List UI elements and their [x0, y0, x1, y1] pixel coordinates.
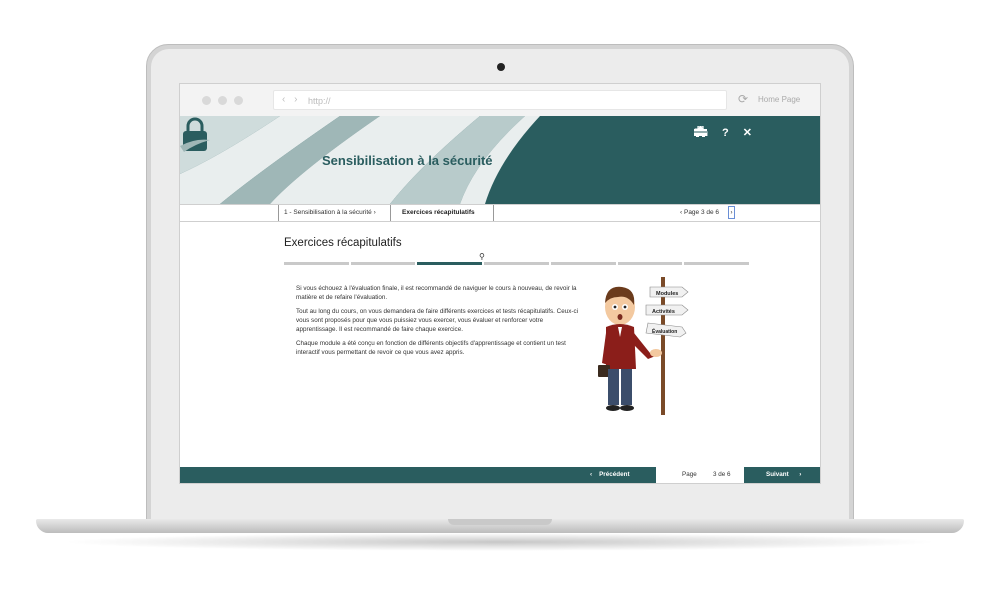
chevron-left-icon: ‹ [590, 471, 593, 478]
previous-button[interactable]: ‹ Précédent [590, 467, 630, 483]
window-dot[interactable] [218, 96, 227, 105]
chevron-left-icon[interactable]: ‹ [680, 209, 682, 216]
breadcrumb: 1 - Sensibilisation à la sécurité › Exer… [180, 204, 820, 222]
progress-segment [617, 262, 683, 265]
content-text: Si vous échouez à l'évaluation finale, i… [296, 284, 586, 362]
screen: ‹ › http:// ⟳ Home Page Sensibilisation … [179, 83, 821, 484]
url-text[interactable]: http:// [308, 96, 331, 106]
progress-segment [684, 262, 750, 265]
progress-segment [284, 262, 349, 265]
home-page-link[interactable]: Home Page [758, 95, 800, 104]
sign-evaluation: Évaluation [652, 327, 677, 335]
progress-segment [550, 262, 616, 265]
chevron-right-icon: › [799, 471, 802, 478]
page-label: Page [682, 471, 697, 478]
sign-modules: Modules [656, 291, 678, 297]
page-counter: Page 3 de 6 [656, 467, 744, 483]
breadcrumb-module[interactable]: 1 - Sensibilisation à la sécurité › [278, 205, 391, 221]
header-toolbar: En ? ✕ [693, 126, 752, 139]
footer-nav: ‹ Précédent Page 3 de 6 Suivant › [180, 467, 820, 483]
refresh-icon[interactable]: ⟳ [738, 92, 748, 106]
page-title: Exercices récapitulatifs [284, 237, 402, 249]
progress-bar [284, 262, 750, 265]
progress-segment [484, 262, 549, 265]
page-indicator: ‹ Page 3 de 6 [680, 205, 719, 221]
previous-label: Précédent [599, 471, 630, 478]
browser-toolbar: ‹ › http:// ⟳ Home Page [180, 84, 820, 117]
lock-icon [180, 117, 210, 152]
toolbox-icon[interactable] [693, 126, 707, 136]
paragraph: Chaque module a été conçu en fonction de… [296, 340, 566, 356]
chevron-right-icon: › [373, 209, 376, 216]
location-pin-icon: ⚲ [479, 252, 485, 261]
course-header: Sensibilisation à la sécurité En ? ✕ [180, 116, 820, 204]
window-dot[interactable] [234, 96, 243, 105]
character-illustration: Modules Activités Évaluation [598, 277, 689, 415]
camera [497, 63, 505, 71]
laptop-shadow [60, 533, 940, 551]
course-title: Sensibilisation à la sécurité [322, 153, 493, 168]
help-icon[interactable]: ? [722, 127, 729, 139]
paragraph: Tout au long du cours, on vous demandera… [296, 308, 578, 333]
address-bar[interactable]: ‹ › http:// [273, 90, 727, 110]
progress-segment [350, 262, 416, 265]
breadcrumb-module-label: 1 - Sensibilisation à la sécurité [284, 209, 372, 216]
window-dot[interactable] [202, 96, 211, 105]
chevron-right-icon[interactable]: › [728, 206, 735, 219]
page-number: 3 de 6 [713, 471, 731, 478]
sign-activites: Activités [652, 309, 675, 315]
close-icon[interactable]: ✕ [743, 126, 752, 139]
next-button[interactable]: Suivant › [766, 467, 801, 483]
progress-segment [417, 262, 483, 265]
laptop-base [36, 519, 964, 533]
back-forward-icon[interactable]: ‹ › [282, 94, 300, 105]
page-indicator-label: Page 3 de 6 [683, 209, 720, 216]
paragraph: Si vous échouez à l'évaluation finale, i… [296, 285, 577, 301]
breadcrumb-current: Exercices récapitulatifs [394, 205, 494, 221]
next-label: Suivant [766, 471, 789, 478]
